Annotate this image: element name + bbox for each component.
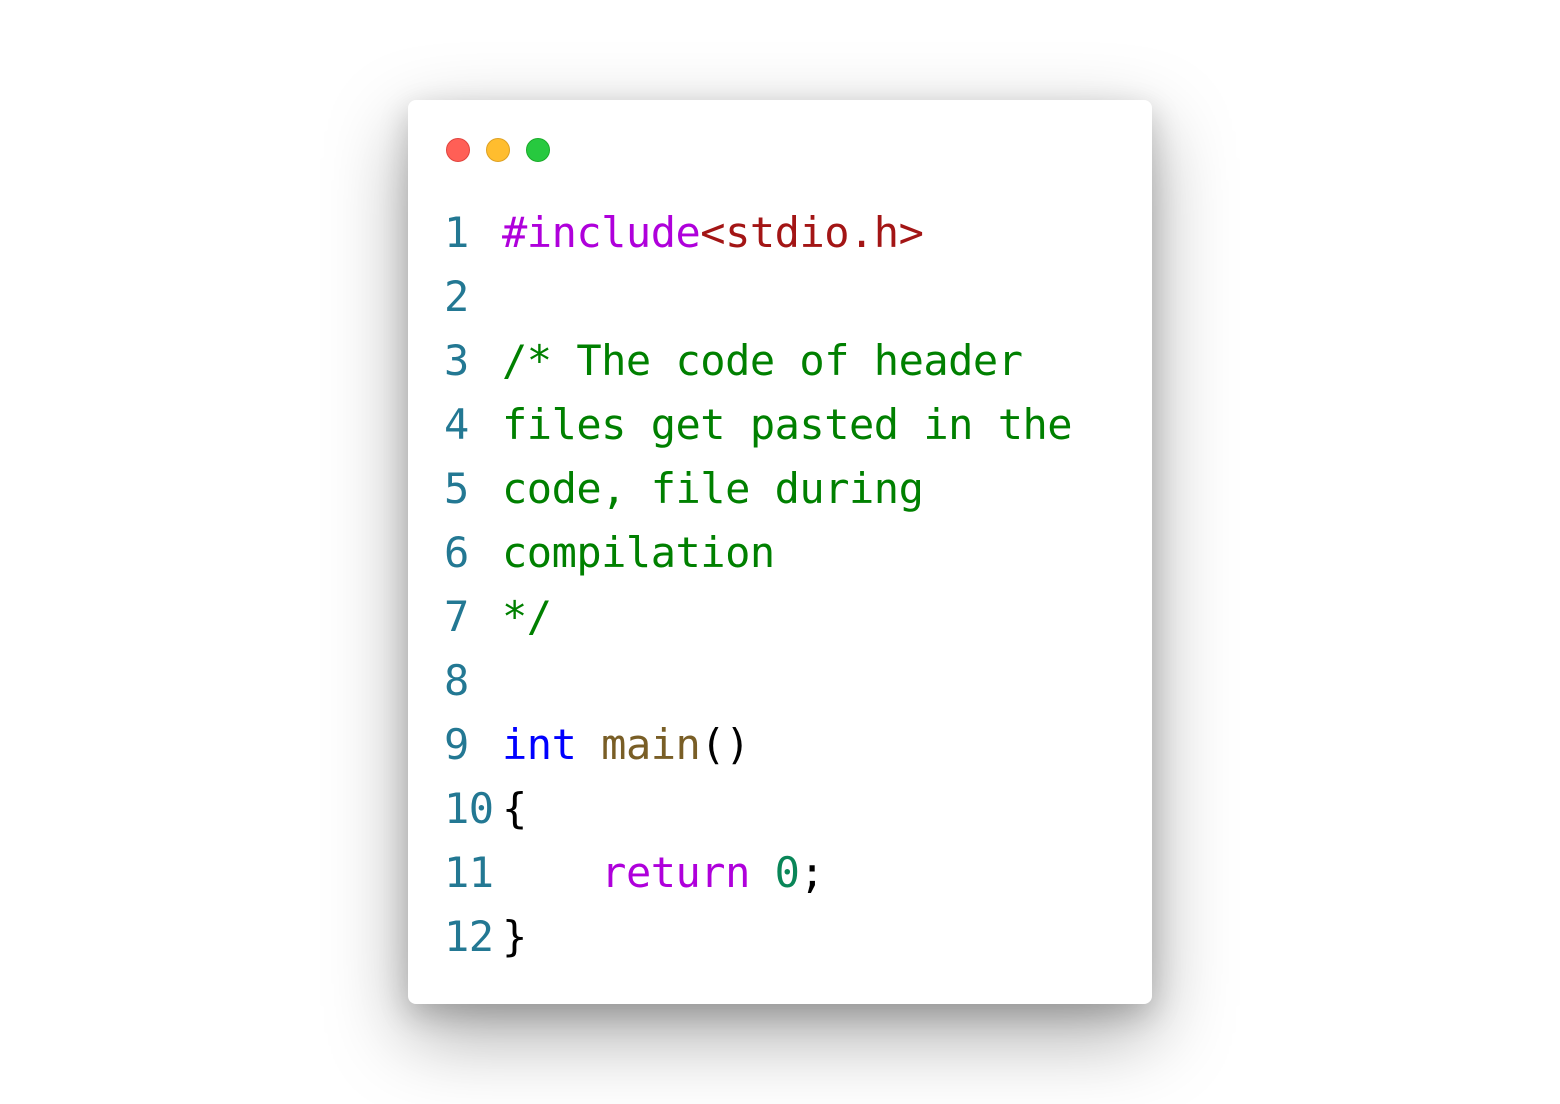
code-token-comment: /* The code of header xyxy=(502,335,1023,385)
code-line: 10{ xyxy=(444,776,1132,840)
code-window: 1 #include<stdio.h> 2 3 /* The code of heade… xyxy=(408,100,1152,1004)
line-number: 7 xyxy=(444,591,469,641)
code-token-keyword: int xyxy=(502,719,577,769)
line-number: 9 xyxy=(444,719,469,769)
line-content: { xyxy=(502,784,527,833)
line-number: 11 xyxy=(444,847,494,897)
minimize-dot-icon[interactable] xyxy=(486,138,510,162)
line-number: 5 xyxy=(444,463,469,513)
code-token-comment: */ xyxy=(502,591,552,641)
code-line: 6 compilation xyxy=(444,520,1132,584)
code-token-plain: } xyxy=(502,911,527,961)
code-token-preprocessor: #include xyxy=(502,207,701,257)
line-number: 1 xyxy=(444,207,469,257)
line-content: */ xyxy=(502,592,552,641)
line-number: 3 xyxy=(444,335,469,385)
code-line: 5 code, file during xyxy=(444,456,1132,520)
line-content: #include<stdio.h> xyxy=(502,207,924,257)
code-line: 1 #include<stdio.h> xyxy=(444,200,1132,264)
line-content: code, file during xyxy=(502,463,924,513)
code-token-comment: files get pasted in the xyxy=(502,399,1073,449)
line-content: } xyxy=(502,912,527,961)
code-token-plain: { xyxy=(502,783,527,833)
code-token-plain: ; xyxy=(799,847,825,897)
maximize-dot-icon[interactable] xyxy=(526,138,550,162)
code-token-number: 0 xyxy=(774,847,800,897)
code-line: 11 return 0; xyxy=(444,840,1132,904)
close-dot-icon[interactable] xyxy=(446,138,470,162)
code-token-control: return xyxy=(601,847,750,897)
code-token-plain: () xyxy=(700,719,750,769)
line-content: /* The code of header xyxy=(502,336,1023,385)
code-token-comment: compilation xyxy=(502,527,775,577)
window-controls xyxy=(446,138,550,162)
code-block: 1 #include<stdio.h> 2 3 /* The code of heade… xyxy=(444,200,1132,968)
line-content: return 0; xyxy=(502,847,825,897)
code-line: 4 files get pasted in the xyxy=(444,392,1132,456)
line-content: int main() xyxy=(502,720,750,769)
code-token-comment: code, file during xyxy=(502,463,924,513)
line-number: 8 xyxy=(444,655,469,705)
line-content: files get pasted in the xyxy=(502,399,1073,449)
code-line: 12} xyxy=(444,904,1132,968)
code-line: 3 /* The code of header xyxy=(444,328,1132,392)
code-token-function: main xyxy=(601,719,701,769)
code-line: 7 */ xyxy=(444,584,1132,648)
line-number: 6 xyxy=(444,527,469,577)
line-number: 12 xyxy=(444,911,494,961)
line-number: 10 xyxy=(444,783,494,833)
line-number: 4 xyxy=(444,399,469,449)
line-number: 2 xyxy=(444,271,469,321)
code-token-string: <stdio.h> xyxy=(700,207,924,257)
code-line: 2 xyxy=(444,264,1132,328)
line-content: compilation xyxy=(502,528,775,577)
code-line: 9 int main() xyxy=(444,712,1132,776)
code-line: 8 xyxy=(444,648,1132,712)
